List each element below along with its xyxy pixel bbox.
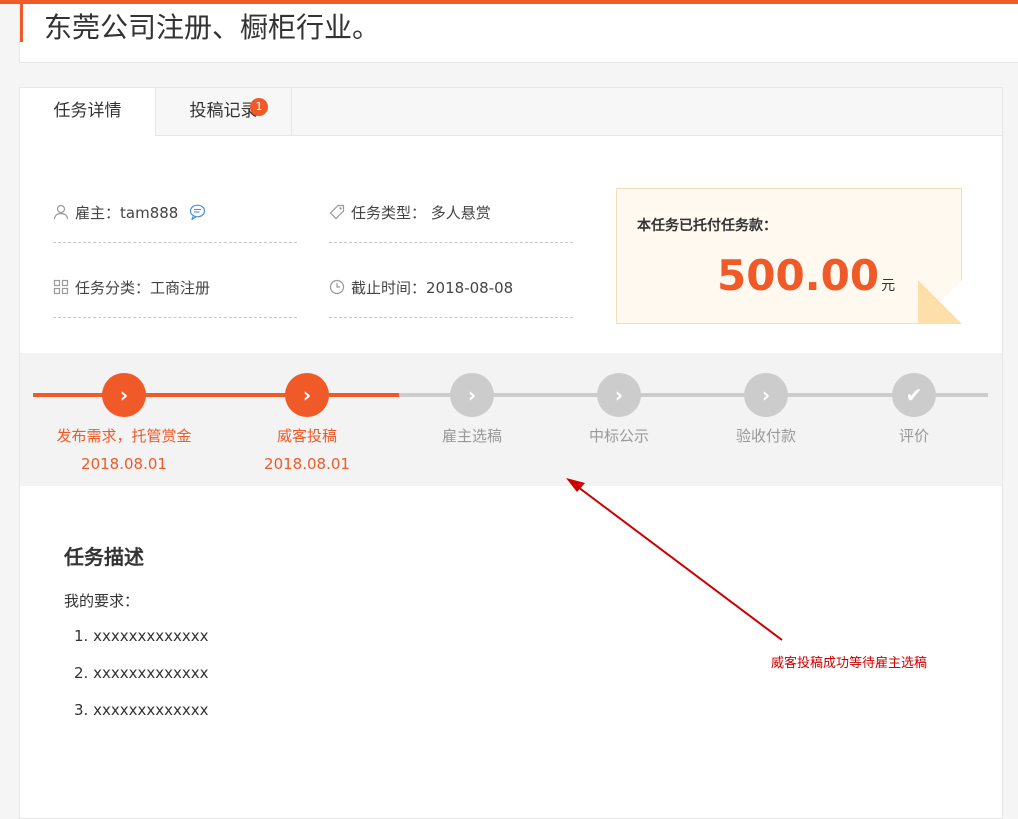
annotation-note: 威客投稿成功等待雇主选稿 <box>771 656 928 671</box>
annotation-arrow <box>566 478 783 641</box>
